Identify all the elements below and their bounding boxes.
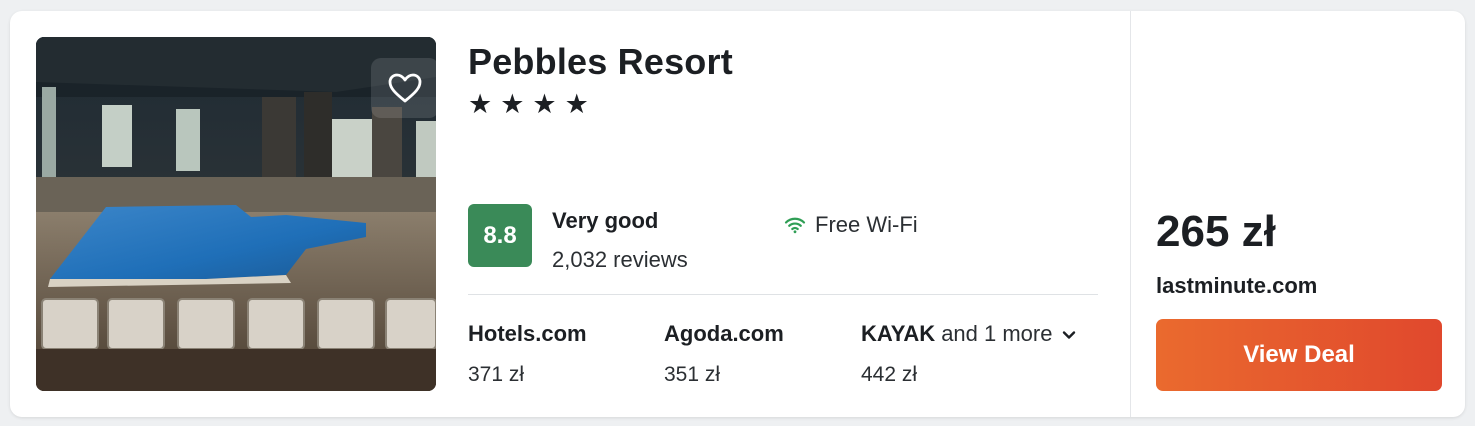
provider-kayak[interactable]: KAYAK and 1 more 442 zł [861,321,1076,387]
review-score-badge: 8.8 [468,204,532,267]
provider-name: Agoda.com [664,321,784,346]
amenity-wifi: Free Wi-Fi [784,212,918,238]
provider-agoda-com[interactable]: Agoda.com 351 zł [664,321,784,387]
view-deal-button[interactable]: View Deal [1156,319,1442,391]
rating-label: Very good [552,208,659,233]
review-count-link[interactable]: 2,032 reviews [552,247,688,273]
chevron-down-icon[interactable] [1062,330,1076,340]
provider-hotels-com[interactable]: Hotels.com 371 zł [468,321,587,387]
favorite-button[interactable] [371,58,436,118]
provider-name: Hotels.com [468,321,587,346]
hotel-result-card[interactable]: Pebbles Resort ★★★★ 8.8 Very good 2,032 … [10,11,1465,417]
hotel-name[interactable]: Pebbles Resort [468,41,733,83]
divider [1130,11,1131,417]
more-providers-toggle[interactable]: and 1 more [941,321,1052,346]
star-rating: ★★★★ [468,89,597,119]
amenity-label: Free Wi-Fi [815,212,918,237]
heart-outline-icon [388,73,422,103]
provider-price: 442 zł [861,363,918,386]
divider [468,294,1098,295]
provider-name-row: KAYAK and 1 more [861,321,1076,347]
best-price-seller: lastminute.com [1156,273,1318,298]
provider-name: KAYAK [861,321,936,346]
best-price: 265 zł [1156,207,1276,256]
wifi-icon [784,217,806,234]
provider-price: 371 zł [468,363,525,386]
provider-price: 351 zł [664,363,721,386]
hotel-photo[interactable] [36,37,436,391]
